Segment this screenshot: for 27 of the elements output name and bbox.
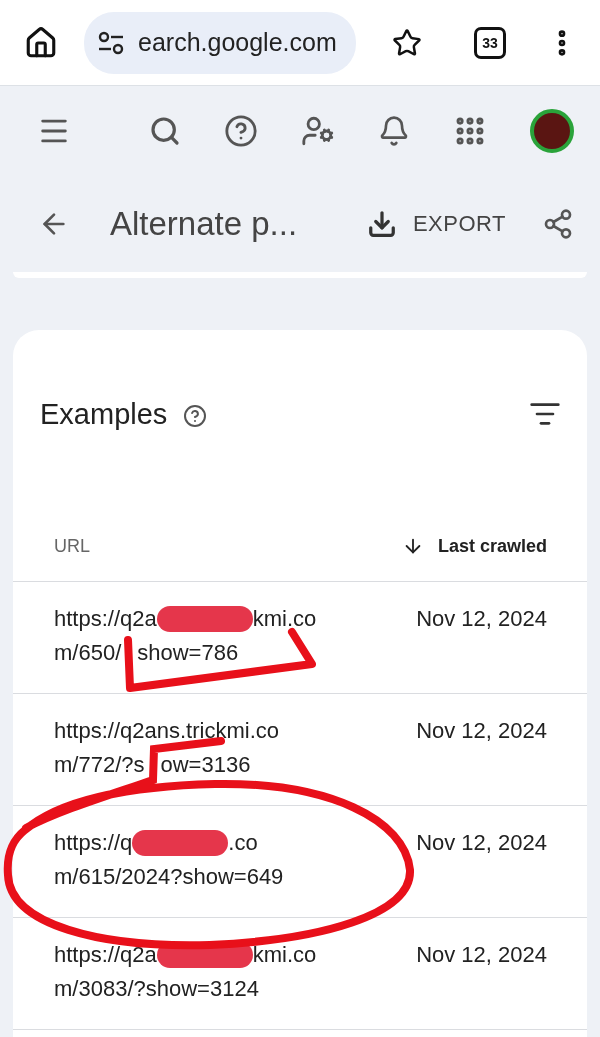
avatar[interactable] [530,109,574,153]
user-settings-icon[interactable] [301,114,335,148]
bell-icon[interactable] [378,115,410,147]
export-button[interactable]: EXPORT [360,203,512,245]
download-icon [366,209,397,239]
date-cell-text: Nov 12, 2024 [416,606,547,633]
address-bar[interactable]: earch.google.com [84,11,356,74]
star-icon[interactable] [392,27,422,58]
url-cell[interactable]: https://q2ans.trickmi.co m/772/?s ow=3136 [54,718,279,805]
search-icon[interactable] [149,115,181,147]
date-cell-text: Nov 12, 2024 [416,830,547,857]
tab-count[interactable]: 33 [474,26,506,59]
date-cell-text: Nov 12, 2024 [416,942,547,969]
home-icon[interactable] [24,25,58,60]
help-icon[interactable] [183,404,208,428]
card-title: Examples [40,397,168,431]
column-header[interactable]: URL [54,535,90,557]
date-cell-text: Nov 12, 2024 [416,718,547,745]
page-title: Alternate p... [110,205,298,243]
share-icon[interactable] [542,208,574,240]
tune-icon[interactable] [98,30,124,55]
url-cell[interactable]: https://q2a kmi.co m/3083/?show=3124 [54,942,317,1029]
help-icon[interactable] [224,114,258,148]
url-cell[interactable]: https://q .co m/615/2024?show=649 [54,830,284,917]
url-cell[interactable]: https://q2a kmi.co m/650/ show=786 [54,606,317,693]
column-header[interactable]: Last crawled [401,535,547,557]
url-text: earch.google.com [138,28,337,57]
